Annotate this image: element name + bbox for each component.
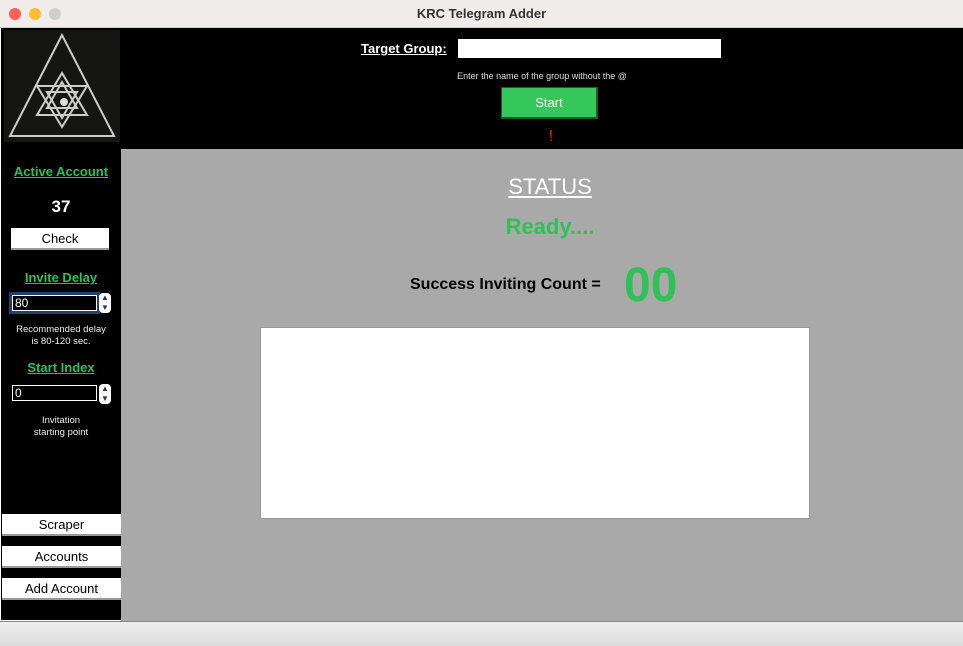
title-bar: KRC Telegram Adder (0, 0, 963, 28)
zoom-window-button[interactable] (49, 8, 61, 20)
accounts-button[interactable]: Accounts (2, 546, 121, 568)
start-index-hint-2: starting point (33, 427, 89, 438)
active-account-label: Active Account (13, 164, 109, 179)
status-text: Ready.... (505, 214, 595, 239)
active-account-count: 37 (51, 197, 71, 216)
check-button[interactable]: Check (11, 228, 109, 250)
invite-delay-hint-2: is 80-120 sec. (31, 336, 91, 347)
scraper-button[interactable]: Scraper (2, 514, 121, 536)
start-index-label: Start Index (27, 360, 95, 375)
target-group-input[interactable] (458, 39, 721, 58)
start-index-input[interactable]: 0 (12, 385, 97, 401)
logo (4, 30, 120, 142)
close-window-button[interactable] (9, 8, 21, 20)
status-heading: STATUS (508, 174, 592, 199)
invite-delay-stepper[interactable]: ▲ ▼ (99, 293, 111, 313)
target-group-label: Target Group: (361, 41, 447, 56)
start-button[interactable]: Start (501, 87, 598, 119)
success-count-label: Success Inviting Count = (410, 276, 601, 293)
minimize-window-button[interactable] (29, 8, 41, 20)
main-panel: STATUS Ready.... Success Inviting Count … (121, 149, 963, 621)
window-title: KRC Telegram Adder (416, 6, 547, 21)
invite-delay-input[interactable]: 80 (9, 292, 100, 314)
bottom-bar (0, 621, 963, 646)
sidebar: Active Account 37 Check Invite Delay 80 … (1, 28, 121, 620)
add-account-button[interactable]: Add Account (2, 578, 121, 600)
success-count-value: 00 (624, 259, 678, 312)
invite-delay-label: Invite Delay (24, 270, 98, 285)
start-index-stepper[interactable]: ▲ ▼ (99, 384, 111, 404)
top-panel: Target Group: Enter the name of the grou… (121, 28, 963, 149)
start-index-hint-1: Invitation (41, 415, 81, 426)
target-group-hint: Enter the name of the group without the … (457, 71, 627, 81)
invite-delay-hint-1: Recommended delay (16, 324, 106, 335)
alert-indicator: ! (548, 128, 554, 145)
log-textbox[interactable] (260, 327, 810, 519)
